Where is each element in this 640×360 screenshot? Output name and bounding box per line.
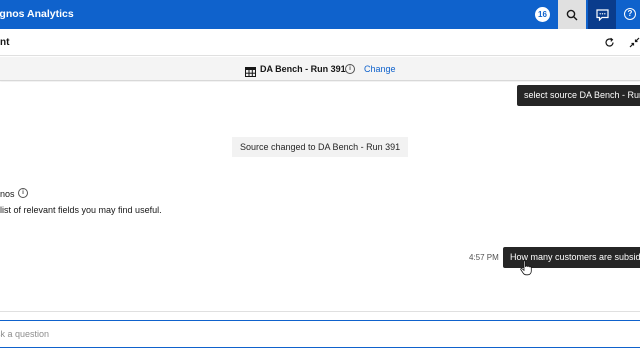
top-nav-bar: ognos Analytics 16 ? bbox=[0, 0, 640, 29]
collapse-icon[interactable] bbox=[628, 36, 640, 49]
chat-icon bbox=[588, 0, 616, 29]
notification-badge[interactable]: 16 bbox=[535, 7, 550, 22]
bot-message: list of relevant fields you may find use… bbox=[0, 205, 162, 215]
source-name: DA Bench - Run 391 bbox=[260, 64, 346, 74]
question-input[interactable] bbox=[0, 320, 640, 348]
bot-name: nos bbox=[0, 189, 15, 199]
help-icon: ? bbox=[624, 8, 636, 20]
source-bar: DA Bench - Run 391 i Change bbox=[0, 57, 640, 81]
help-button[interactable]: ? bbox=[618, 0, 640, 29]
question-input-area bbox=[0, 311, 640, 355]
user-message: select source DA Bench - Run bbox=[517, 85, 640, 106]
search-button[interactable] bbox=[558, 0, 586, 29]
assistant-button[interactable] bbox=[588, 0, 616, 29]
change-source-link[interactable]: Change bbox=[364, 57, 396, 81]
info-icon[interactable]: i bbox=[345, 64, 355, 74]
app-title: ognos Analytics bbox=[0, 8, 74, 20]
data-table-icon bbox=[245, 64, 256, 77]
hand-pointer-icon bbox=[520, 260, 532, 276]
system-notice: Source changed to DA Bench - Run 391 bbox=[232, 137, 409, 157]
assistant-header: nt bbox=[0, 29, 640, 56]
refresh-icon[interactable] bbox=[603, 36, 616, 49]
search-icon bbox=[558, 0, 586, 29]
chat-conversation: select source DA Bench - Run Source chan… bbox=[0, 82, 640, 310]
message-timestamp: 4:57 PM bbox=[469, 253, 499, 262]
info-icon[interactable]: i bbox=[18, 188, 28, 198]
panel-title: nt bbox=[0, 37, 10, 48]
